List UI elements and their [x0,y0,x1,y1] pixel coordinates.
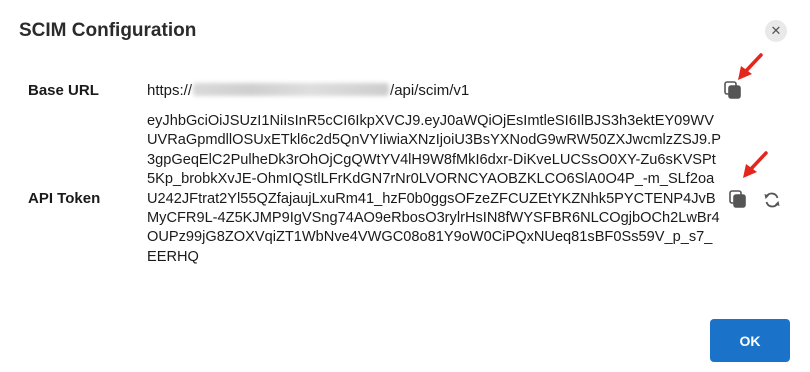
scim-configuration-dialog: SCIM Configuration ✕ Base URL https:// /a… [0,0,810,372]
base-url-suffix: /api/scim/v1 [390,82,470,99]
dialog-title: SCIM Configuration [19,20,197,41]
refresh-icon[interactable] [762,190,782,210]
copy-icon[interactable] [729,190,747,208]
base-url-value: https:// /api/scim/v1 [147,82,469,99]
redacted-host [193,83,390,96]
base-url-prefix: https:// [147,82,193,99]
close-icon[interactable]: ✕ [765,20,787,42]
ok-button[interactable]: OK [710,319,790,362]
api-token-value: eyJhbGciOiJSUzI1NiIsInR5cCI6IkpXVCJ9.eyJ… [147,113,721,265]
annotation-arrow-icon [743,151,768,178]
base-url-label: Base URL [28,82,99,99]
api-token-label: API Token [28,190,101,207]
annotation-arrow-icon [738,53,763,80]
